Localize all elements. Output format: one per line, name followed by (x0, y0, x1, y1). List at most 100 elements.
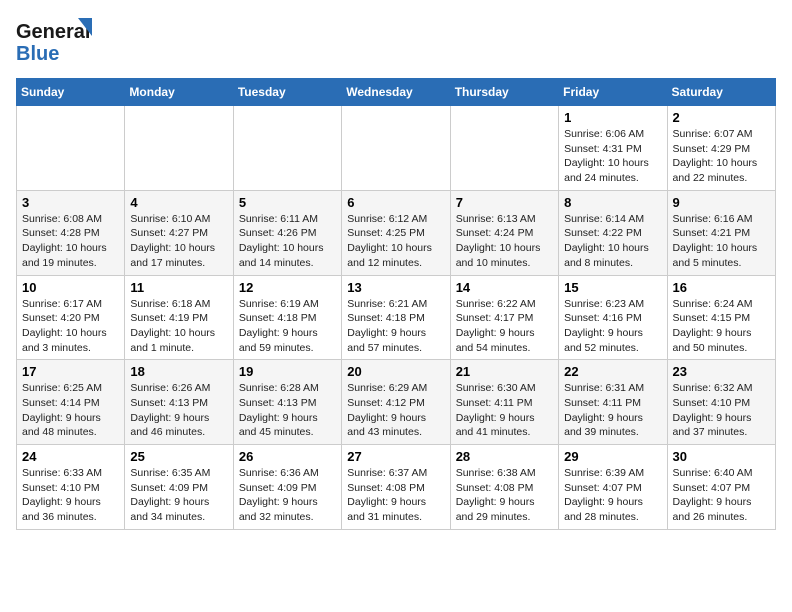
weekday-header: Monday (125, 79, 233, 106)
day-info: Sunrise: 6:10 AM Sunset: 4:27 PM Dayligh… (130, 212, 227, 271)
calendar-cell: 15 Sunrise: 6:23 AM Sunset: 4:16 PM Dayli… (559, 275, 667, 360)
day-number: 25 (130, 449, 227, 464)
day-info: Sunrise: 6:33 AM Sunset: 4:10 PM Dayligh… (22, 466, 119, 525)
day-info: Sunrise: 6:06 AM Sunset: 4:31 PM Dayligh… (564, 127, 661, 186)
day-info: Sunrise: 6:11 AM Sunset: 4:26 PM Dayligh… (239, 212, 336, 271)
day-info: Sunrise: 6:29 AM Sunset: 4:12 PM Dayligh… (347, 381, 444, 440)
weekday-header: Sunday (17, 79, 125, 106)
calendar-cell: 25 Sunrise: 6:35 AM Sunset: 4:09 PM Dayli… (125, 445, 233, 530)
calendar-cell: 7Sunrise: 6:13 AM Sunset: 4:24 PM Daylig… (450, 190, 558, 275)
day-number: 19 (239, 364, 336, 379)
logo-svg: GeneralBlue (16, 16, 96, 66)
day-info: Sunrise: 6:40 AM Sunset: 4:07 PM Dayligh… (673, 466, 770, 525)
calendar-cell: 1 Sunrise: 6:06 AM Sunset: 4:31 PM Daylig… (559, 106, 667, 191)
day-info: Sunrise: 6:12 AM Sunset: 4:25 PM Dayligh… (347, 212, 444, 271)
day-info: Sunrise: 6:22 AM Sunset: 4:17 PM Dayligh… (456, 297, 553, 356)
calendar-week-row: 1 Sunrise: 6:06 AM Sunset: 4:31 PM Daylig… (17, 106, 776, 191)
calendar-cell: 4 Sunrise: 6:10 AM Sunset: 4:27 PM Daylig… (125, 190, 233, 275)
day-number: 6 (347, 195, 444, 210)
calendar-week-row: 3Sunrise: 6:08 AM Sunset: 4:28 PM Daylig… (17, 190, 776, 275)
day-number: 7 (456, 195, 553, 210)
page-header: GeneralBlue (16, 16, 776, 66)
day-number: 1 (564, 110, 661, 125)
calendar-cell: 20 Sunrise: 6:29 AM Sunset: 4:12 PM Dayli… (342, 360, 450, 445)
calendar-cell: 10Sunrise: 6:17 AM Sunset: 4:20 PM Dayli… (17, 275, 125, 360)
calendar-cell: 9 Sunrise: 6:16 AM Sunset: 4:21 PM Daylig… (667, 190, 775, 275)
day-info: Sunrise: 6:14 AM Sunset: 4:22 PM Dayligh… (564, 212, 661, 271)
day-info: Sunrise: 6:37 AM Sunset: 4:08 PM Dayligh… (347, 466, 444, 525)
day-number: 11 (130, 280, 227, 295)
day-info: Sunrise: 6:35 AM Sunset: 4:09 PM Dayligh… (130, 466, 227, 525)
day-info: Sunrise: 6:21 AM Sunset: 4:18 PM Dayligh… (347, 297, 444, 356)
day-number: 14 (456, 280, 553, 295)
calendar-cell (125, 106, 233, 191)
calendar-cell: 23 Sunrise: 6:32 AM Sunset: 4:10 PM Dayli… (667, 360, 775, 445)
calendar-cell: 13 Sunrise: 6:21 AM Sunset: 4:18 PM Dayli… (342, 275, 450, 360)
day-number: 23 (673, 364, 770, 379)
day-info: Sunrise: 6:32 AM Sunset: 4:10 PM Dayligh… (673, 381, 770, 440)
calendar-cell: 27Sunrise: 6:37 AM Sunset: 4:08 PM Dayli… (342, 445, 450, 530)
day-number: 17 (22, 364, 119, 379)
day-number: 22 (564, 364, 661, 379)
calendar-cell: 8 Sunrise: 6:14 AM Sunset: 4:22 PM Daylig… (559, 190, 667, 275)
day-number: 12 (239, 280, 336, 295)
day-number: 13 (347, 280, 444, 295)
calendar-cell: 26Sunrise: 6:36 AM Sunset: 4:09 PM Dayli… (233, 445, 341, 530)
calendar-week-row: 10Sunrise: 6:17 AM Sunset: 4:20 PM Dayli… (17, 275, 776, 360)
calendar-cell: 22Sunrise: 6:31 AM Sunset: 4:11 PM Dayli… (559, 360, 667, 445)
calendar-cell: 24 Sunrise: 6:33 AM Sunset: 4:10 PM Dayli… (17, 445, 125, 530)
calendar-cell: 5 Sunrise: 6:11 AM Sunset: 4:26 PM Daylig… (233, 190, 341, 275)
day-info: Sunrise: 6:16 AM Sunset: 4:21 PM Dayligh… (673, 212, 770, 271)
calendar-cell: 17 Sunrise: 6:25 AM Sunset: 4:14 PM Dayli… (17, 360, 125, 445)
calendar-cell: 28Sunrise: 6:38 AM Sunset: 4:08 PM Dayli… (450, 445, 558, 530)
calendar-cell: 16 Sunrise: 6:24 AM Sunset: 4:15 PM Dayli… (667, 275, 775, 360)
day-info: Sunrise: 6:19 AM Sunset: 4:18 PM Dayligh… (239, 297, 336, 356)
day-number: 3 (22, 195, 119, 210)
day-info: Sunrise: 6:23 AM Sunset: 4:16 PM Dayligh… (564, 297, 661, 356)
weekday-header: Saturday (667, 79, 775, 106)
day-info: Sunrise: 6:18 AM Sunset: 4:19 PM Dayligh… (130, 297, 227, 356)
calendar-cell: 19 Sunrise: 6:28 AM Sunset: 4:13 PM Dayli… (233, 360, 341, 445)
day-number: 5 (239, 195, 336, 210)
weekday-header: Thursday (450, 79, 558, 106)
calendar-cell: 14 Sunrise: 6:22 AM Sunset: 4:17 PM Dayli… (450, 275, 558, 360)
day-number: 30 (673, 449, 770, 464)
calendar-cell: 29Sunrise: 6:39 AM Sunset: 4:07 PM Dayli… (559, 445, 667, 530)
day-info: Sunrise: 6:25 AM Sunset: 4:14 PM Dayligh… (22, 381, 119, 440)
day-info: Sunrise: 6:30 AM Sunset: 4:11 PM Dayligh… (456, 381, 553, 440)
calendar-header-row: SundayMondayTuesdayWednesdayThursdayFrid… (17, 79, 776, 106)
calendar-cell (450, 106, 558, 191)
calendar-week-row: 24 Sunrise: 6:33 AM Sunset: 4:10 PM Dayli… (17, 445, 776, 530)
svg-text:General: General (16, 21, 90, 43)
day-number: 10 (22, 280, 119, 295)
calendar-cell: 6 Sunrise: 6:12 AM Sunset: 4:25 PM Daylig… (342, 190, 450, 275)
calendar-cell (342, 106, 450, 191)
day-number: 24 (22, 449, 119, 464)
day-info: Sunrise: 6:07 AM Sunset: 4:29 PM Dayligh… (673, 127, 770, 186)
calendar-cell: 12 Sunrise: 6:19 AM Sunset: 4:18 PM Dayli… (233, 275, 341, 360)
day-number: 20 (347, 364, 444, 379)
day-number: 15 (564, 280, 661, 295)
day-number: 28 (456, 449, 553, 464)
weekday-header: Wednesday (342, 79, 450, 106)
day-number: 16 (673, 280, 770, 295)
calendar-cell (17, 106, 125, 191)
day-number: 9 (673, 195, 770, 210)
calendar-week-row: 17 Sunrise: 6:25 AM Sunset: 4:14 PM Dayli… (17, 360, 776, 445)
day-info: Sunrise: 6:28 AM Sunset: 4:13 PM Dayligh… (239, 381, 336, 440)
day-number: 8 (564, 195, 661, 210)
calendar-cell: 11 Sunrise: 6:18 AM Sunset: 4:19 PM Dayli… (125, 275, 233, 360)
day-number: 26 (239, 449, 336, 464)
calendar-cell: 21 Sunrise: 6:30 AM Sunset: 4:11 PM Dayli… (450, 360, 558, 445)
day-number: 29 (564, 449, 661, 464)
day-number: 21 (456, 364, 553, 379)
calendar-cell (233, 106, 341, 191)
day-number: 18 (130, 364, 227, 379)
calendar-cell: 18Sunrise: 6:26 AM Sunset: 4:13 PM Dayli… (125, 360, 233, 445)
calendar-cell: 2 Sunrise: 6:07 AM Sunset: 4:29 PM Daylig… (667, 106, 775, 191)
day-number: 2 (673, 110, 770, 125)
weekday-header: Tuesday (233, 79, 341, 106)
calendar-cell: 30 Sunrise: 6:40 AM Sunset: 4:07 PM Dayli… (667, 445, 775, 530)
day-number: 4 (130, 195, 227, 210)
day-info: Sunrise: 6:24 AM Sunset: 4:15 PM Dayligh… (673, 297, 770, 356)
